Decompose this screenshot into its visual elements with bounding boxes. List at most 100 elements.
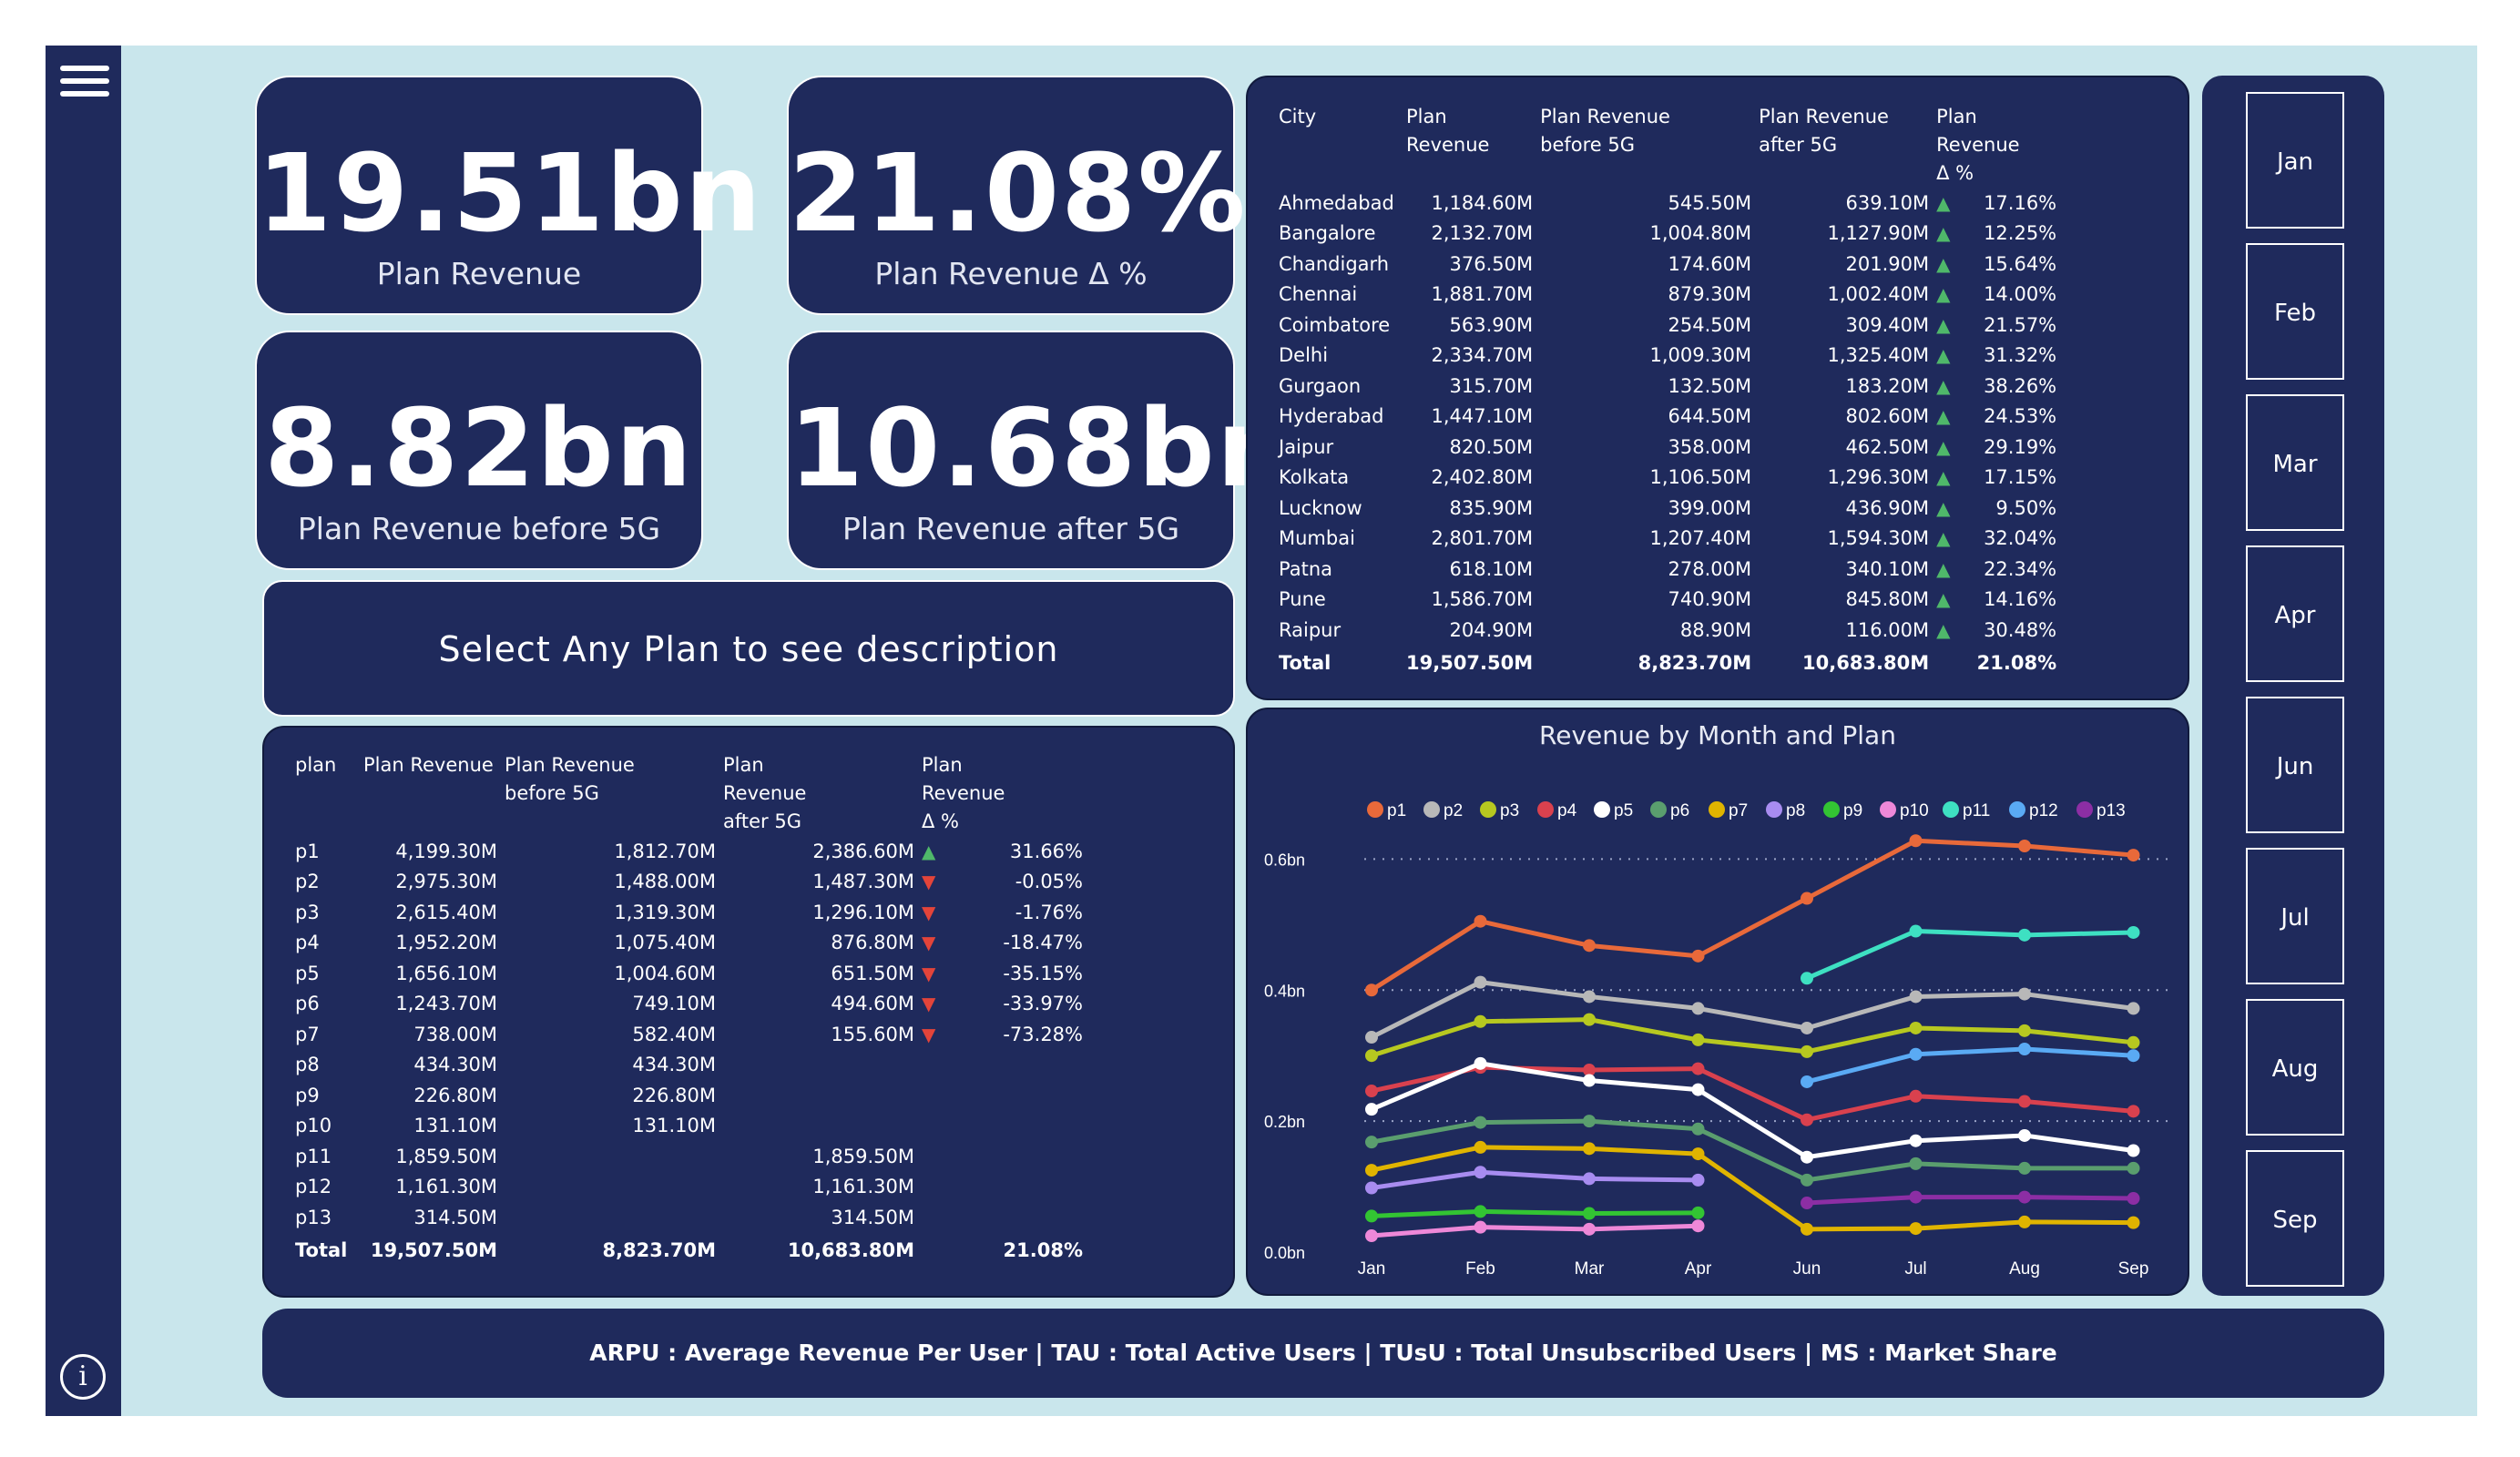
plan-revenue-cell: 1,161.30M [395,1176,497,1198]
table-row[interactable]: Coimbatore 563.90M 254.50M 309.40M ▲ 21.57% [1279,310,2064,341]
table-row[interactable]: Hyderabad 1,447.10M 644.50M 802.60M ▲ 24.53% [1279,402,2064,433]
table-row[interactable]: p6 1,243.70M 749.10M 494.60M ▼ -33.97% [295,989,1090,1020]
table-row[interactable]: Bangalore 2,132.70M 1,004.80M 1,127.90M ▲ 12.… [1279,219,2064,250]
plan-total-row[interactable]: Total 19,507.50M 8,823.70M 10,683.80M 21.08% [295,1233,1090,1268]
row-label: p9 [295,1084,320,1106]
data-point-p4 [1691,1062,1705,1075]
table-row[interactable]: p1 4,199.30M 1,812.70M 2,386.60M ▲ 31.66% [295,836,1090,867]
table-row[interactable]: p12 1,161.30M 1,161.30M [295,1172,1090,1203]
table-row[interactable]: Jaipur 820.50M 358.00M 462.50M ▲ 29.19% [1279,432,2064,463]
data-point-p3 [1909,1021,1923,1034]
delta-col-header[interactable]: Plan Revenue Δ % [1936,103,2064,188]
data-point-p8 [1583,1172,1596,1186]
delta-cell: 21.08% [1976,651,2057,674]
month-button-mar[interactable]: Mar [2246,394,2344,531]
plan-revenue-col-header[interactable]: Plan Revenue [1406,103,1540,188]
table-row[interactable]: p2 2,975.30M 1,488.00M 1,487.30M ▼ -0.05% [295,867,1090,898]
row-label: p1 [295,840,320,862]
before-5g-cell: 749.10M [632,993,716,1015]
data-point-p4 [1909,1089,1923,1103]
table-row[interactable]: p11 1,859.50M 1,859.50M [295,1141,1090,1172]
plan-revenue-col-header[interactable]: Plan Revenue [363,751,505,836]
before-5g-col-header[interactable]: Plan Revenue before 5G [1540,103,1759,188]
table-row[interactable]: Raipur 204.90M 88.90M 116.00M ▲ 30.48% [1279,615,2064,646]
series-line-p10 [1371,1223,1699,1238]
hamburger-menu-icon[interactable] [60,66,109,104]
table-row[interactable]: p4 1,952.20M 1,075.40M 876.80M ▼ -18.47% [295,928,1090,959]
after-5g-cell: 494.60M [831,993,914,1015]
data-point-p8 [1474,1166,1487,1179]
data-point-p10 [1691,1219,1705,1233]
month-button-sep[interactable]: Sep [2246,1150,2344,1287]
kpi-after-5g-card: 10.68bn Plan Revenue after 5G [787,331,1293,570]
month-button-aug[interactable]: Aug [2246,999,2344,1136]
table-row[interactable]: p5 1,656.10M 1,004.60M 651.50M ▼ -35.15% [295,958,1090,989]
trend-down-icon: ▼ [922,932,936,954]
month-button-apr[interactable]: Apr [2246,545,2344,682]
table-row[interactable]: Kolkata 2,402.80M 1,106.50M 1,296.30M ▲ 17.15… [1279,463,2064,494]
month-button-jul[interactable]: Jul [2246,848,2344,984]
city-table-panel: City Plan Revenue Plan Revenue before 5G… [1246,76,2189,700]
kpi-delta-label: Plan Revenue Δ % [874,256,1148,291]
trend-up-icon: ▲ [1936,557,1951,580]
plan-revenue-cell: 2,132.70M [1431,222,1534,245]
info-icon[interactable]: i [60,1354,106,1400]
table-row[interactable]: Chandigarh 376.50M 174.60M 201.90M ▲ 15.64% [1279,249,2064,280]
table-row[interactable]: p3 2,615.40M 1,319.30M 1,296.10M ▼ -1.76% [295,897,1090,928]
plan-revenue-cell: 2,402.80M [1431,466,1534,489]
after-5g-col-header[interactable]: Plan Revenue after 5G [1759,103,1936,188]
before-5g-col-header[interactable]: Plan Revenue before 5G [505,751,723,836]
row-label: p6 [295,993,320,1015]
data-point-p8 [1691,1173,1705,1187]
data-point-p1 [1583,939,1596,953]
plan-table: plan Plan Revenue Plan Revenue before 5G… [295,751,1090,1268]
trend-up-icon: ▲ [1936,527,1951,550]
table-row[interactable]: Delhi 2,334.70M 1,009.30M 1,325.40M ▲ 31.32% [1279,341,2064,372]
data-point-p3 [1474,1014,1487,1028]
data-point-p1 [1801,892,1813,905]
table-row[interactable]: p8 434.30M 434.30M [295,1050,1090,1081]
table-row[interactable]: p7 738.00M 582.40M 155.60M ▼ -73.28% [295,1019,1090,1050]
table-row[interactable]: Gurgaon 315.70M 132.50M 183.20M ▲ 38.26% [1279,371,2064,402]
legend-marker-p8 [1766,801,1782,818]
after-5g-cell [723,1080,922,1111]
after-5g-cell: 1,859.50M [812,1145,914,1167]
month-button-jan[interactable]: Jan [2246,92,2344,229]
table-row[interactable]: Chennai 1,881.70M 879.30M 1,002.40M ▲ 14.00% [1279,280,2064,311]
data-point-p13 [2018,1190,2031,1204]
plan-revenue-cell: 1,184.60M [1431,191,1534,214]
after-5g-cell: 201.90M [1845,252,1930,275]
month-button-feb[interactable]: Feb [2246,243,2344,380]
city-total-row[interactable]: Total 19,507.50M 8,823.70M 10,683.80M 21.08% [1279,646,2064,680]
row-label: p5 [295,962,320,984]
before-5g-cell: 1,488.00M [614,871,716,893]
table-row[interactable]: Lucknow 835.90M 399.00M 436.90M ▲ 9.50% [1279,493,2064,524]
table-row[interactable]: p10 131.10M 131.10M [295,1111,1090,1142]
month-button-jun[interactable]: Jun [2246,697,2344,833]
kpi-plan-revenue-value: 19.51bn [257,130,763,256]
table-row[interactable]: p13 314.50M 314.50M [295,1202,1090,1233]
delta-col-header[interactable]: Plan Revenue Δ % [922,751,1090,836]
before-5g-cell: 1,004.80M [1649,222,1752,245]
plan-revenue-cell: 2,334.70M [1431,344,1534,367]
delta-cell: 14.00% [1984,283,2057,306]
city-col-header[interactable]: City [1279,103,1406,188]
before-5g-cell: 1,009.30M [1649,344,1752,367]
data-point-p3 [2018,1024,2031,1037]
data-point-p6 [1365,1136,1378,1149]
table-row[interactable]: p9 226.80M 226.80M [295,1080,1090,1111]
data-point-p2 [1365,1031,1378,1044]
table-row[interactable]: Ahmedabad 1,184.60M 545.50M 639.10M ▲ 17.16% [1279,188,2064,219]
data-point-p1 [2018,840,2031,852]
plan-revenue-cell: 1,243.70M [395,993,497,1015]
table-row[interactable]: Mumbai 2,801.70M 1,207.40M 1,594.30M ▲ 32.04% [1279,524,2064,555]
before-5g-cell: 434.30M [632,1054,716,1076]
row-label: Chandigarh [1279,252,1390,275]
after-5g-col-header[interactable]: Plan Revenue after 5G [723,751,922,836]
legend-marker-p6 [1650,801,1667,818]
plan-col-header[interactable]: plan [295,751,363,836]
before-5g-cell: 1,319.30M [614,901,716,923]
legend-label-p11: p11 [1963,801,1990,820]
table-row[interactable]: Patna 618.10M 278.00M 340.10M ▲ 22.34% [1279,554,2064,585]
table-row[interactable]: Pune 1,586.70M 740.90M 845.80M ▲ 14.16% [1279,585,2064,616]
